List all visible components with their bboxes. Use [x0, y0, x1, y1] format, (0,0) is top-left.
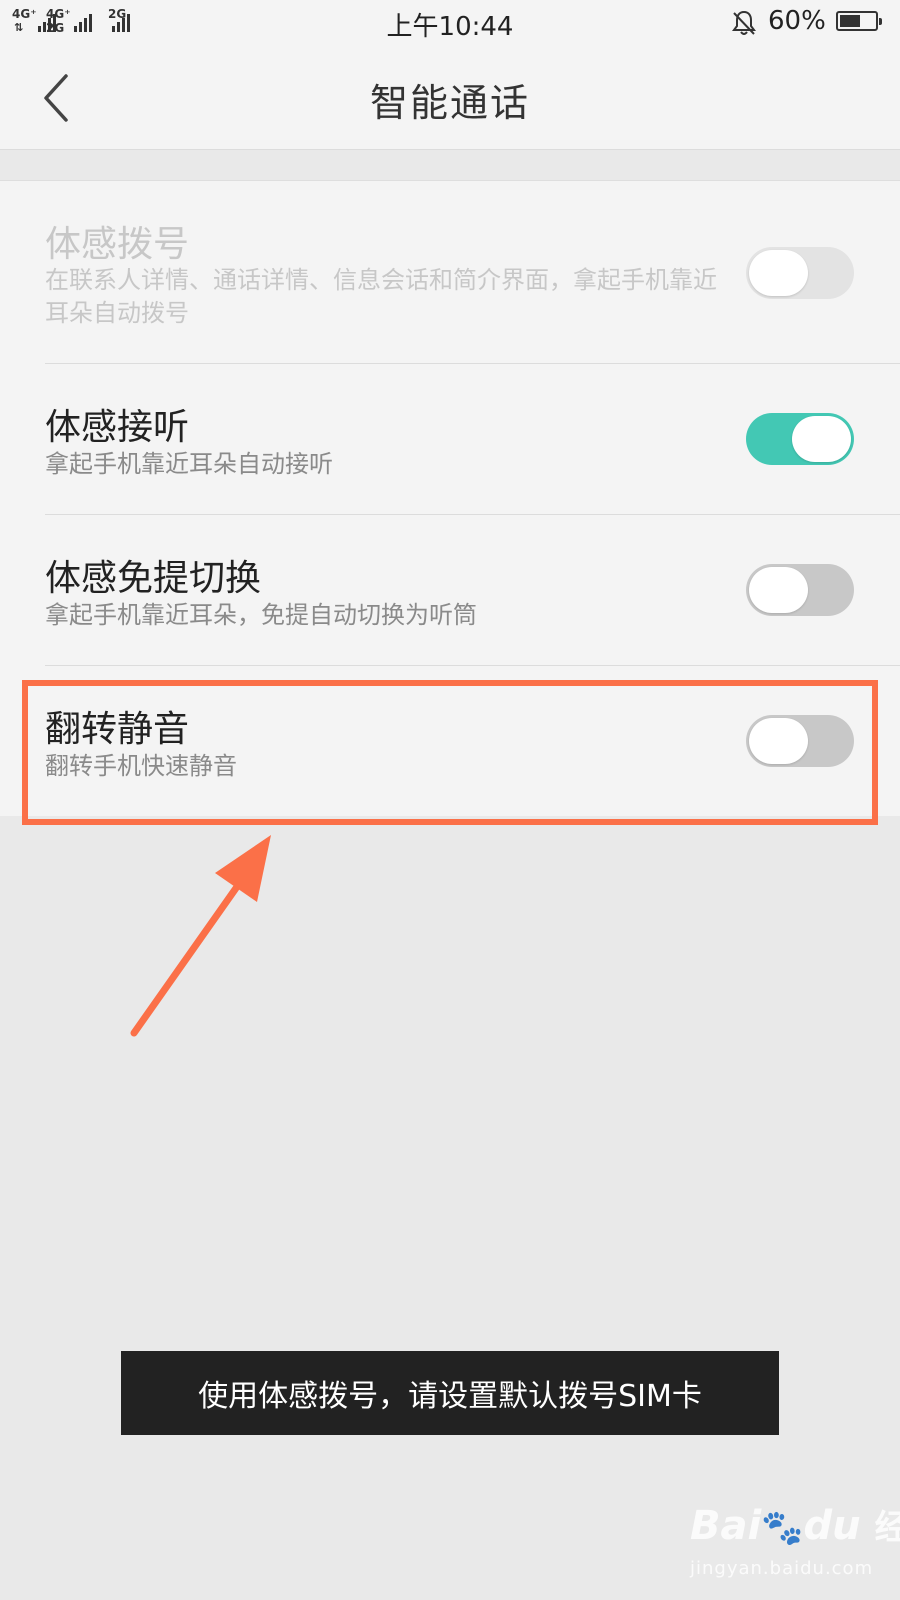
battery-fill [840, 15, 860, 27]
annotation-highlight-box [22, 680, 878, 825]
baidu-logo: Bai🐾du 经验 [690, 1503, 900, 1549]
toggle-knob [792, 416, 851, 462]
setting-description: 在联系人详情、通话详情、信息会话和简介界面，拿起手机靠近耳朵自动拨号 [45, 266, 717, 327]
motion-handsfree-toggle[interactable] [746, 564, 854, 616]
baidu-watermark: Bai🐾du 经验 jingyan.baidu.com [690, 1500, 900, 1590]
battery-icon [836, 11, 882, 31]
toggle-knob [749, 250, 808, 296]
toast-message: 使用体感拨号，请设置默认拨号SIM卡 [121, 1351, 779, 1435]
setting-motion-answer[interactable]: 体感接听 拿起手机靠近耳朵自动接听 [0, 364, 900, 515]
setting-motion-dial[interactable]: 体感拨号 在联系人详情、通话详情、信息会话和简介界面，拿起手机靠近耳朵自动拨号 [0, 181, 900, 364]
setting-description: 拿起手机靠近耳朵，免提自动切换为听筒 [45, 601, 477, 629]
motion-dial-toggle[interactable] [746, 247, 854, 299]
status-time: 上午10:44 [386, 12, 514, 42]
setting-title: 体感拨号 [45, 224, 190, 265]
paw-icon: 🐾 [761, 1508, 804, 1548]
setting-title: 体感免提切换 [45, 558, 262, 599]
title-bar: 智能通话 [0, 46, 900, 150]
motion-answer-toggle[interactable] [746, 413, 854, 465]
setting-motion-handsfree-switch[interactable]: 体感免提切换 拿起手机靠近耳朵，免提自动切换为听筒 [0, 515, 900, 666]
section-gap [0, 150, 900, 180]
silent-bell-icon [732, 10, 756, 35]
watermark-url: jingyan.baidu.com [690, 1558, 874, 1579]
setting-description: 拿起手机靠近耳朵自动接听 [45, 450, 333, 478]
status-bar: 4G⁺ ⇅ 4G⁺ 2G 2G 上午10:44 60% [0, 0, 900, 46]
toggle-knob [749, 567, 808, 613]
battery-percent: 60% [768, 6, 826, 36]
page-title: 智能通话 [369, 81, 530, 125]
setting-title: 体感接听 [45, 407, 190, 448]
